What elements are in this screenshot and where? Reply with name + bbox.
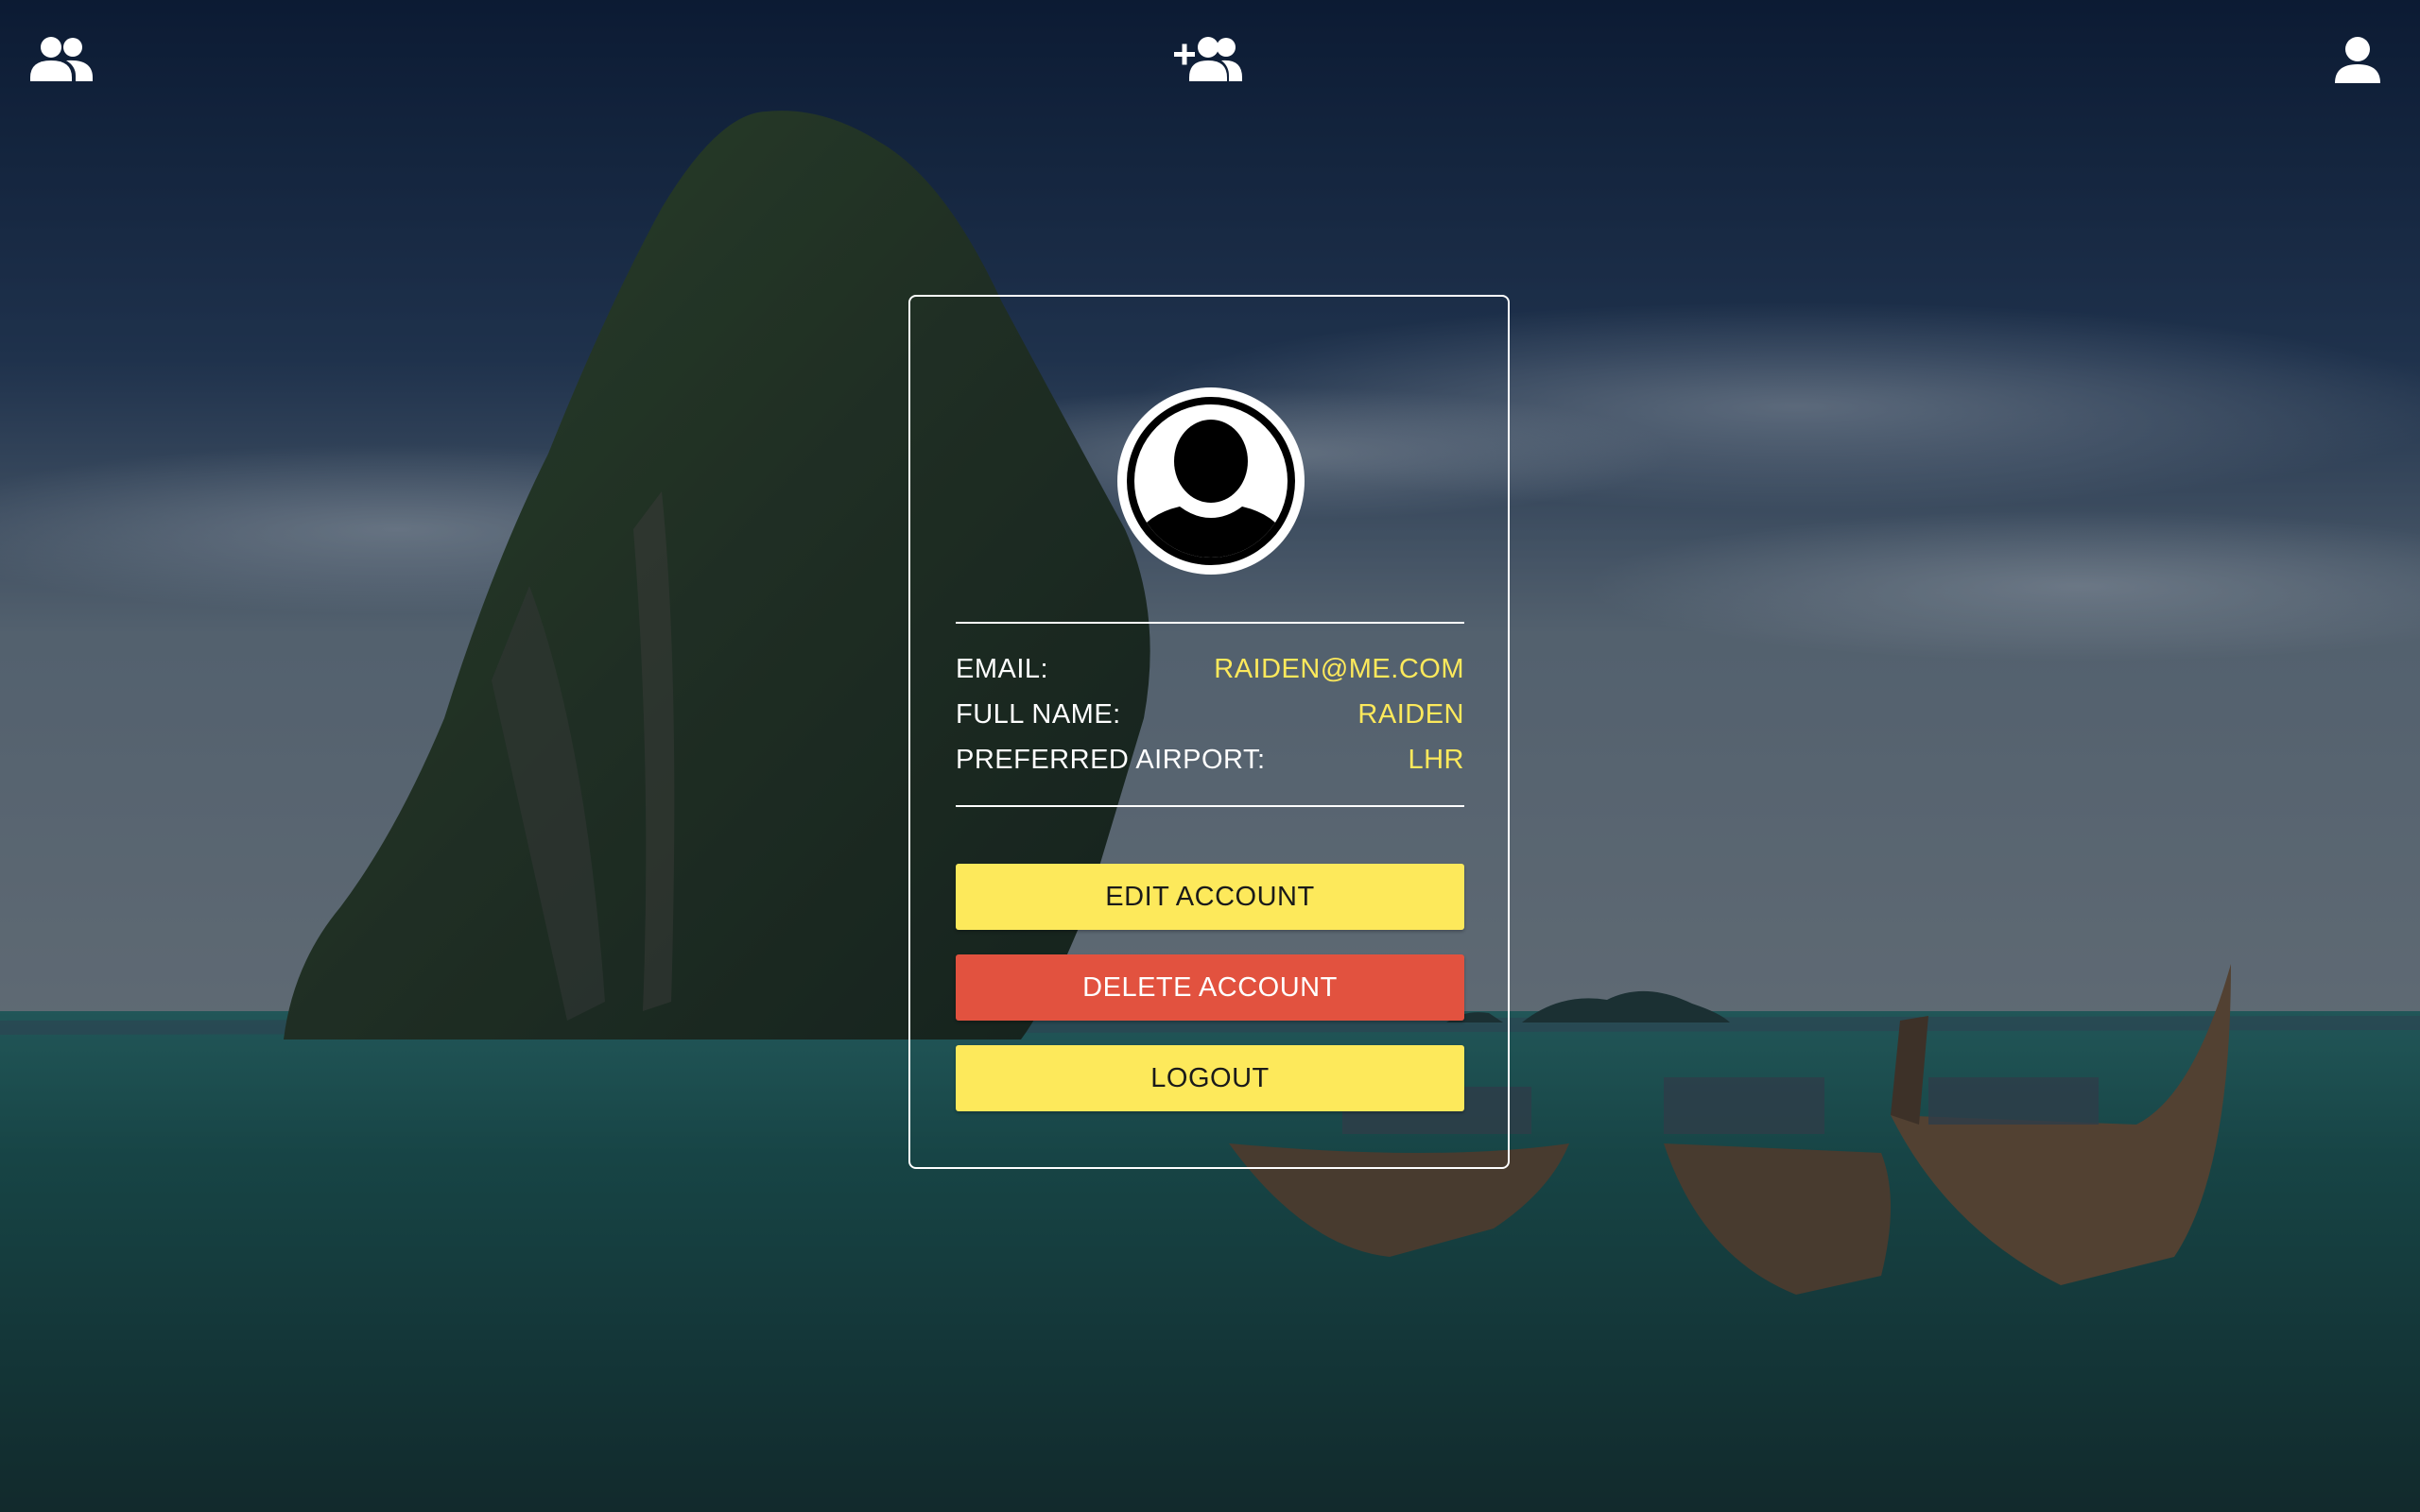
preferred-airport-value: LHR [1408, 744, 1464, 775]
email-row: EMAIL: RAIDEN@ME.COM [956, 650, 1464, 688]
add-friend-icon[interactable] [1174, 36, 1242, 83]
preferred-airport-label: PREFERRED AIRPORT: [956, 744, 1266, 775]
full-name-label: FULL NAME: [956, 698, 1121, 730]
full-name-row: FULL NAME: RAIDEN [956, 696, 1464, 733]
email-value: RAIDEN@ME.COM [1214, 653, 1464, 684]
preferred-airport-row: PREFERRED AIRPORT: LHR [956, 741, 1464, 779]
app-root: EMAIL: RAIDEN@ME.COM FULL NAME: RAIDEN P… [0, 0, 2420, 1512]
profile-card: EMAIL: RAIDEN@ME.COM FULL NAME: RAIDEN P… [908, 295, 1510, 1169]
friends-icon[interactable] [30, 36, 93, 83]
divider-bottom [956, 805, 1464, 807]
full-name-value: RAIDEN [1357, 698, 1464, 730]
divider-top [956, 622, 1464, 624]
edit-account-button[interactable]: EDIT ACCOUNT [956, 864, 1464, 930]
logout-button[interactable]: LOGOUT [956, 1045, 1464, 1111]
profile-icon[interactable] [2333, 36, 2382, 85]
email-label: EMAIL: [956, 653, 1049, 684]
avatar-placeholder-icon [1117, 387, 1305, 575]
delete-account-button[interactable]: DELETE ACCOUNT [956, 954, 1464, 1021]
